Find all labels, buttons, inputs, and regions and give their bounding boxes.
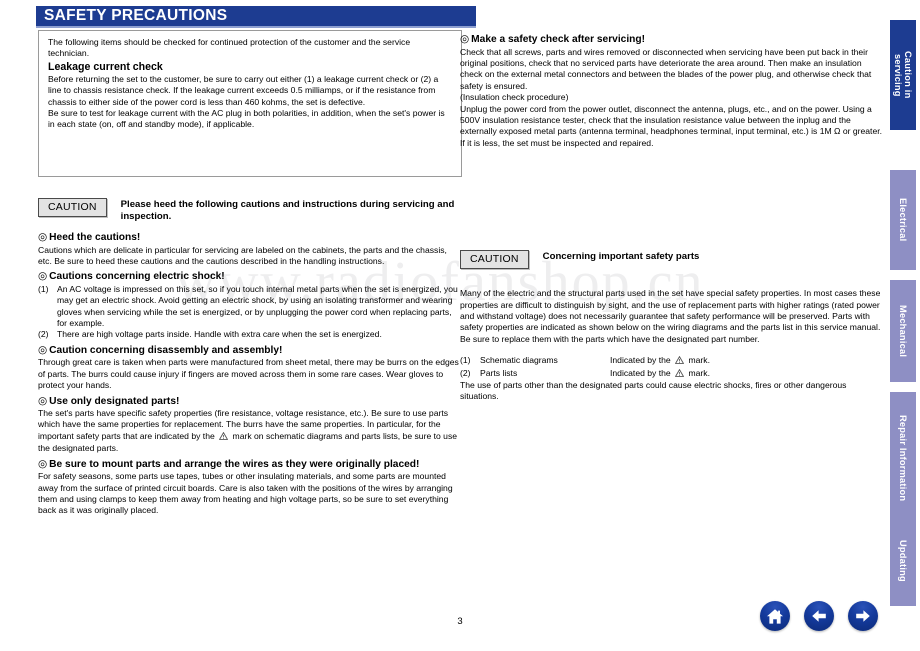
safety-check-body-2: (Insulation check procedure) — [460, 92, 569, 103]
caution-text-right: Concerning important safety parts — [542, 251, 700, 263]
circle-bullet-icon: ◎ — [38, 343, 48, 356]
mark-row-number: (1) — [460, 355, 471, 366]
section-safety-check-heading: ◎ Make a safety check after servicing! — [460, 33, 884, 47]
safety-parts-mark-list: (1) Schematic diagrams Indicated by the … — [460, 355, 884, 380]
safety-parts-body: Many of the electric and the structural … — [460, 288, 881, 344]
section-heed-cautions-heading: ◎ Heed the cautions! — [38, 231, 462, 245]
right-caution-heading-row: CAUTION Concerning important safety part… — [460, 250, 884, 270]
list-item-number: (1) — [38, 283, 49, 294]
safety-check-body-1: Check that all screws, parts and wires r… — [460, 46, 872, 91]
mark-indicated-before: Indicated by the — [610, 355, 671, 366]
safety-parts-closing: The use of parts other than the designat… — [460, 380, 847, 402]
section-disassembly-body: Through great care is taken when parts w… — [38, 357, 459, 391]
section-electric-shock-heading: ◎ Cautions concerning electric shock! — [38, 270, 462, 284]
section-heed-cautions-body: Cautions which are delicate in particula… — [38, 244, 447, 266]
section-disassembly-title: Caution concerning disassembly and assem… — [49, 344, 283, 356]
tab-label: Mechanical — [898, 304, 908, 358]
section-tab-rail: Caution in servicing Electrical Mechanic… — [888, 0, 920, 651]
mark-indicated-after: mark. — [688, 355, 710, 366]
arrow-left-icon — [810, 608, 828, 624]
circle-bullet-icon: ◎ — [38, 457, 48, 470]
leakage-current-body-1: Before returning the set to the customer… — [48, 73, 439, 107]
section-heed-cautions-title: Heed the cautions! — [49, 232, 141, 243]
section-mount-parts-body: For safety seasons, some parts use tapes… — [38, 471, 453, 516]
mark-row-indication: Indicated by the mark. — [610, 368, 884, 380]
tab-label: Updating — [898, 540, 908, 582]
tab-label: Electrical — [898, 198, 908, 242]
circle-bullet-icon: ◎ — [38, 270, 48, 283]
tab-caution-in-servicing[interactable]: Caution in servicing — [890, 20, 916, 130]
page-title: SAFETY PRECAUTIONS — [44, 7, 228, 24]
mark-indicated-after: mark. — [688, 367, 710, 378]
mark-indicated-before: Indicated by the — [610, 367, 671, 378]
section-designated-parts-heading: ◎ Use only designated parts! — [38, 395, 462, 409]
table-row: (1) Schematic diagrams Indicated by the … — [460, 355, 884, 367]
right-column: ◎ Make a safety check after servicing! Ch… — [460, 30, 884, 403]
mark-row-label: Schematic diagrams — [480, 355, 558, 366]
section-designated-parts-title: Use only designated parts! — [49, 395, 180, 407]
table-row: (2) Parts lists Indicated by the mark. — [460, 368, 884, 380]
list-item: (1) An AC voltage is impressed on this s… — [38, 284, 462, 330]
home-button[interactable] — [760, 601, 790, 631]
tab-label: Caution in servicing — [893, 51, 913, 99]
tab-repair-information[interactable]: Repair Information — [890, 392, 916, 524]
section-electric-shock-title: Cautions concerning electric shock! — [49, 271, 225, 283]
tab-electrical[interactable]: Electrical — [890, 170, 916, 270]
tab-updating[interactable]: Updating — [890, 516, 916, 606]
list-item-text: There are high voltage parts inside. Han… — [57, 329, 382, 340]
intro-lead-text: The following items should be checked fo… — [48, 37, 411, 59]
home-icon — [766, 608, 784, 625]
circle-bullet-icon: ◎ — [38, 394, 48, 407]
previous-button[interactable] — [804, 601, 834, 631]
mark-row-indication: Indicated by the mark. — [610, 355, 884, 367]
caution-badge-right: CAUTION — [460, 250, 529, 270]
tab-label: Repair Information — [898, 414, 908, 502]
safety-check-body-3: Unplug the power cord from the power out… — [460, 103, 882, 148]
list-item: (2) There are high voltage parts inside.… — [38, 329, 462, 340]
list-item-text: An AC voltage is impressed on this set, … — [57, 283, 458, 329]
warning-triangle-icon — [674, 355, 685, 367]
section-disassembly-heading: ◎ Caution concerning disassembly and asse… — [38, 344, 462, 358]
mark-row-number: (2) — [460, 367, 471, 378]
mark-row-label: Parts lists — [480, 367, 518, 378]
section-mount-parts-title: Be sure to mount parts and arrange the w… — [49, 458, 420, 470]
warning-triangle-icon — [218, 431, 229, 443]
page-title-bar: SAFETY PRECAUTIONS — [36, 6, 476, 28]
navigation-buttons — [760, 601, 878, 631]
left-column: The following items should be checked fo… — [38, 30, 462, 517]
section-designated-parts-body: The set's parts have specific safety pro… — [38, 408, 462, 455]
leakage-current-intro-box: The following items should be checked fo… — [38, 30, 462, 177]
caution-badge-left: CAUTION — [38, 198, 107, 217]
list-item-number: (2) — [38, 329, 49, 340]
caution-text-left: Please heed the following cautions and i… — [120, 199, 455, 222]
section-mount-parts-heading: ◎ Be sure to mount parts and arrange the … — [38, 458, 462, 472]
circle-bullet-icon: ◎ — [38, 231, 48, 243]
next-button[interactable] — [848, 601, 878, 631]
leakage-current-check-heading: Leakage current check — [48, 60, 163, 73]
leakage-current-body-2: Be sure to test for leakage current with… — [48, 108, 445, 130]
left-caution-heading-row: CAUTION Please heed the following cautio… — [38, 198, 462, 222]
tab-mechanical[interactable]: Mechanical — [890, 280, 916, 382]
warning-triangle-icon — [674, 368, 685, 380]
arrow-right-icon — [854, 608, 872, 624]
electric-shock-item-list: (1) An AC voltage is impressed on this s… — [38, 284, 462, 341]
circle-bullet-icon: ◎ — [460, 33, 470, 45]
section-safety-check-title: Make a safety check after servicing! — [471, 34, 646, 45]
